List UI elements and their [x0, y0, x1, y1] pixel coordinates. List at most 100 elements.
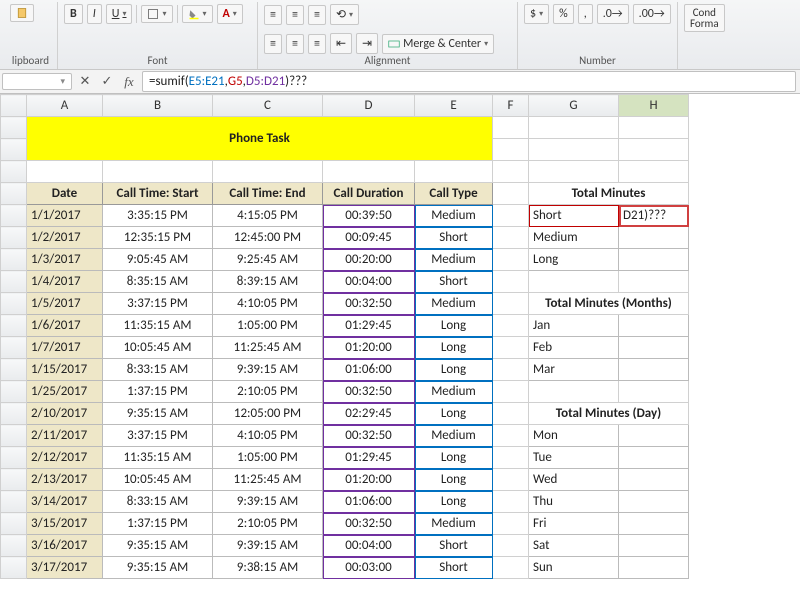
row-header[interactable]: [1, 381, 27, 403]
cell[interactable]: 9:05:45 AM: [103, 249, 213, 271]
select-all-corner[interactable]: [1, 95, 27, 117]
cell[interactable]: Total Minutes (Day): [529, 403, 689, 425]
cell[interactable]: Medium: [415, 293, 493, 315]
cell[interactable]: 01:20:00: [323, 337, 415, 359]
name-box[interactable]: ▾: [2, 73, 72, 90]
col-header-E[interactable]: E: [415, 95, 493, 117]
cell[interactable]: [619, 447, 689, 469]
row-header[interactable]: [1, 117, 27, 139]
cell[interactable]: Medium: [415, 513, 493, 535]
row-header[interactable]: [1, 205, 27, 227]
cell[interactable]: 2:10:05 PM: [213, 513, 323, 535]
cell[interactable]: [493, 535, 529, 557]
cell[interactable]: Medium: [415, 425, 493, 447]
cell[interactable]: 00:39:50: [323, 205, 415, 227]
cell[interactable]: 1/5/2017: [27, 293, 103, 315]
border-button[interactable]: ▾: [141, 5, 172, 23]
percent-button[interactable]: %: [553, 4, 574, 24]
cell[interactable]: [619, 381, 689, 403]
row-header[interactable]: [1, 535, 27, 557]
title-cell[interactable]: Phone Task: [27, 117, 493, 161]
cell[interactable]: [493, 381, 529, 403]
cell[interactable]: 9:35:15 AM: [103, 557, 213, 579]
row-header[interactable]: [1, 337, 27, 359]
cell[interactable]: Mar: [529, 359, 619, 381]
cell[interactable]: [619, 359, 689, 381]
col-header-B[interactable]: B: [103, 95, 213, 117]
cell[interactable]: 11:25:45 AM: [213, 337, 323, 359]
cell[interactable]: 3:35:15 PM: [103, 205, 213, 227]
cell[interactable]: 12:45:00 PM: [213, 227, 323, 249]
cell[interactable]: 3/16/2017: [27, 535, 103, 557]
increase-decimal-button[interactable]: .0→: [597, 4, 629, 24]
cell[interactable]: 01:06:00: [323, 359, 415, 381]
cell[interactable]: [415, 161, 493, 183]
cell[interactable]: 3:37:15 PM: [103, 425, 213, 447]
cell[interactable]: D21)???: [619, 205, 689, 227]
cell[interactable]: [493, 513, 529, 535]
cell[interactable]: [619, 491, 689, 513]
cell[interactable]: 4:10:05 PM: [213, 293, 323, 315]
cell[interactable]: [493, 161, 529, 183]
cell[interactable]: [619, 535, 689, 557]
cell[interactable]: 12:35:15 PM: [103, 227, 213, 249]
cell[interactable]: 1:37:15 PM: [103, 513, 213, 535]
cell[interactable]: Call Duration: [323, 183, 415, 205]
cell[interactable]: 9:39:15 AM: [213, 359, 323, 381]
align-right-button[interactable]: ≡: [308, 34, 326, 54]
cell[interactable]: Long: [415, 359, 493, 381]
cell[interactable]: Long: [415, 337, 493, 359]
cell[interactable]: [493, 183, 529, 205]
row-header[interactable]: [1, 293, 27, 315]
cell[interactable]: Fri: [529, 513, 619, 535]
row-header[interactable]: [1, 359, 27, 381]
row-header[interactable]: [1, 425, 27, 447]
cell[interactable]: Medium: [529, 227, 619, 249]
worksheet-grid[interactable]: A B C D E F G H Phone TaskDateCall Time:…: [0, 94, 689, 579]
cell[interactable]: [493, 315, 529, 337]
cancel-formula-button[interactable]: ✕: [74, 72, 96, 92]
cell[interactable]: Total Minutes: [529, 183, 689, 205]
cell[interactable]: 4:10:05 PM: [213, 425, 323, 447]
cell[interactable]: Long: [415, 447, 493, 469]
cell[interactable]: 3:37:15 PM: [103, 293, 213, 315]
cell[interactable]: [493, 205, 529, 227]
accounting-format-button[interactable]: $▾: [524, 4, 549, 24]
cell[interactable]: Call Time: End: [213, 183, 323, 205]
cell[interactable]: 01:29:45: [323, 315, 415, 337]
col-header-G[interactable]: G: [529, 95, 619, 117]
cell[interactable]: 01:06:00: [323, 491, 415, 513]
cell[interactable]: 01:29:45: [323, 447, 415, 469]
cell[interactable]: [493, 469, 529, 491]
worksheet-area[interactable]: A B C D E F G H Phone TaskDateCall Time:…: [0, 94, 800, 600]
cell[interactable]: Short: [415, 557, 493, 579]
cell[interactable]: 1/1/2017: [27, 205, 103, 227]
cell[interactable]: 2/10/2017: [27, 403, 103, 425]
cell[interactable]: 2:10:05 PM: [213, 381, 323, 403]
cell[interactable]: 9:38:15 AM: [213, 557, 323, 579]
cell[interactable]: Long: [415, 315, 493, 337]
cell[interactable]: Sat: [529, 535, 619, 557]
cell[interactable]: [619, 249, 689, 271]
cell[interactable]: 8:39:15 AM: [213, 271, 323, 293]
cell[interactable]: 3/15/2017: [27, 513, 103, 535]
cell[interactable]: 00:32:50: [323, 425, 415, 447]
cell[interactable]: Long: [415, 491, 493, 513]
cell[interactable]: Short: [415, 227, 493, 249]
cell[interactable]: 00:04:00: [323, 271, 415, 293]
row-header[interactable]: [1, 557, 27, 579]
decrease-indent-button[interactable]: ⇤: [330, 33, 352, 54]
cell[interactable]: [493, 271, 529, 293]
cell[interactable]: 11:35:15 AM: [103, 447, 213, 469]
decrease-decimal-button[interactable]: .00→: [633, 4, 671, 24]
cell[interactable]: 1/4/2017: [27, 271, 103, 293]
cell[interactable]: [323, 161, 415, 183]
cell[interactable]: Medium: [415, 205, 493, 227]
cell[interactable]: 00:04:00: [323, 535, 415, 557]
align-bottom-button[interactable]: ≡: [308, 5, 326, 25]
cell[interactable]: 3/17/2017: [27, 557, 103, 579]
cell[interactable]: 10:05:45 AM: [103, 469, 213, 491]
cell[interactable]: Medium: [415, 381, 493, 403]
cell[interactable]: Long: [415, 469, 493, 491]
cell[interactable]: [619, 161, 689, 183]
